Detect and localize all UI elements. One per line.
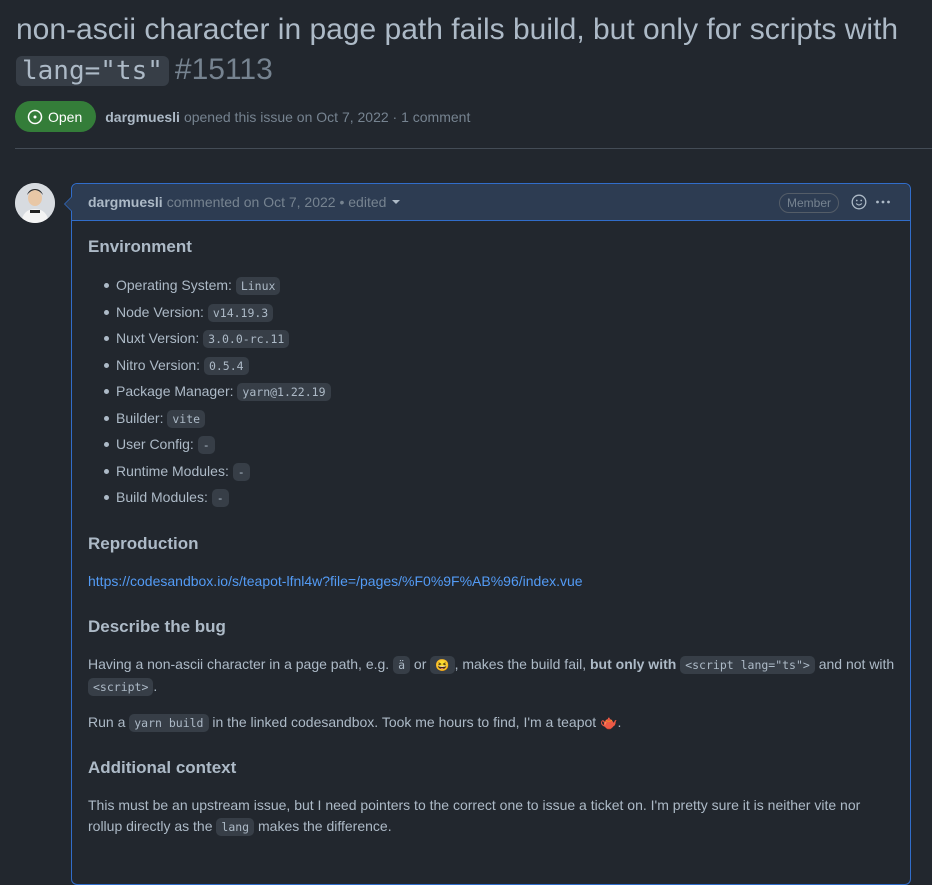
environment-list: Operating System: Linux Node Version: v1…	[88, 274, 331, 513]
bug-paragraph-1: Having a non-ascii character in a page p…	[88, 656, 895, 696]
list-item: Nitro Version: 0.5.4	[88, 354, 331, 381]
list-item: Nuxt Version: 3.0.0-rc.11	[88, 327, 331, 354]
list-item: Build Modules: -	[88, 486, 331, 513]
avatar[interactable]	[15, 183, 55, 223]
issue-state-label: Open	[48, 108, 83, 125]
edited-dropdown-icon[interactable]	[392, 200, 401, 204]
list-item: User Config: -	[88, 433, 331, 460]
heading-environment: Environment	[88, 237, 192, 256]
header-divider	[15, 148, 932, 149]
comment-author-link[interactable]: dargmuesli	[88, 194, 163, 210]
issue-title-text: non-ascii character in page path fails b…	[16, 13, 899, 46]
comment-header: dargmuesli commented on Oct 7, 2022 • ed…	[72, 184, 910, 221]
member-badge: Member	[778, 193, 839, 213]
heading-additional-context: Additional context	[88, 758, 237, 777]
heading-reproduction: Reproduction	[88, 534, 199, 553]
reproduction-paragraph: https://codesandbox.io/s/teapot-lfnl4w?f…	[88, 571, 898, 592]
list-item: Runtime Modules: -	[88, 460, 331, 487]
issue-comment: dargmuesli commented on Oct 7, 2022 • ed…	[64, 183, 911, 885]
issue-meta: Open dargmuesli opened this issue on Oct…	[15, 101, 470, 132]
heading-describe-bug: Describe the bug	[88, 617, 226, 636]
codesandbox-link[interactable]: https://codesandbox.io/s/teapot-lfnl4w?f…	[88, 573, 583, 589]
list-item: Node Version: v14.19.3	[88, 301, 331, 328]
add-reaction-icon[interactable]	[851, 194, 867, 210]
context-paragraph: This must be an upstream issue, but I ne…	[88, 797, 861, 836]
issue-title-code: lang="ts"	[16, 56, 169, 86]
list-item: Package Manager: yarn@1.22.19	[88, 380, 331, 407]
list-item: Operating System: Linux	[88, 274, 331, 301]
issue-opened-text: opened this issue on Oct 7, 2022 · 1 com…	[183, 108, 471, 125]
issue-state-badge: Open	[15, 101, 97, 132]
issue-title: non-ascii character in page path fails b…	[16, 10, 932, 91]
issue-number: #15113	[174, 53, 273, 86]
more-options-icon[interactable]	[875, 194, 891, 210]
comment-meta[interactable]: commented on Oct 7, 2022 • edited	[167, 194, 387, 210]
issue-opened-icon	[27, 109, 43, 124]
issue-author-link[interactable]: dargmuesli	[105, 109, 180, 125]
list-item: Builder: vite	[88, 407, 331, 434]
bug-paragraph-2: Run a yarn build in the linked codesandb…	[88, 714, 622, 732]
